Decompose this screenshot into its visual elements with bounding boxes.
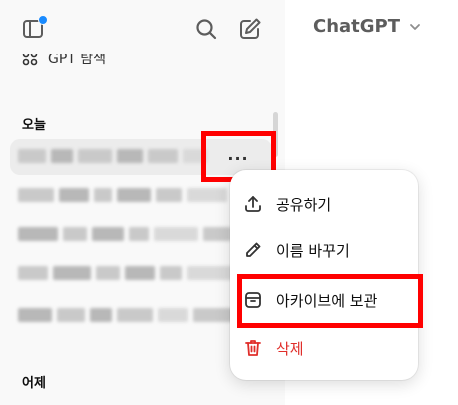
menu-item-rename[interactable]: 이름 바꾸기: [242, 230, 412, 270]
gpts-icon: [22, 54, 38, 66]
share-icon: [242, 193, 264, 215]
trash-icon: [242, 337, 264, 359]
sidebar-item-explore-gpts[interactable]: GPT 탐색: [22, 51, 107, 68]
search-icon: [196, 19, 217, 40]
model-selector[interactable]: ChatGPT: [313, 16, 422, 37]
chat-title-blurred: [18, 227, 231, 241]
menu-item-delete[interactable]: 삭제: [242, 328, 412, 368]
sidebar-toggle-button[interactable]: [16, 12, 50, 46]
menu-item-label: 이름 바꾸기: [276, 241, 350, 260]
chat-title-blurred: [18, 149, 207, 163]
sidebar-item-label: GPT 탐색: [48, 51, 107, 67]
menu-item-label: 삭제: [276, 339, 304, 358]
menu-item-label: 아카이브에 보관: [276, 291, 378, 310]
notification-dot: [38, 15, 48, 25]
menu-item-share[interactable]: 공유하기: [242, 184, 412, 224]
new-chat-icon: [240, 18, 261, 39]
new-chat-button[interactable]: [233, 12, 267, 46]
chevron-down-icon: [410, 23, 420, 30]
menu-item-label: 공유하기: [276, 195, 332, 214]
chat-title-blurred: [18, 188, 227, 202]
more-icon: ···: [227, 148, 249, 168]
sidebar-scrollbar[interactable]: [273, 112, 278, 157]
section-label-today: 오늘: [22, 118, 46, 133]
search-button[interactable]: [189, 12, 223, 46]
menu-item-archive[interactable]: 아카이브에 보관: [242, 280, 412, 320]
archive-icon: [242, 289, 264, 311]
chat-title-blurred: [18, 308, 237, 322]
chat-title-blurred: [18, 266, 233, 280]
chat-context-menu: 공유하기 이름 바꾸기 아카이브에 보관 삭제: [230, 170, 418, 380]
model-name: ChatGPT: [313, 16, 401, 37]
section-label-yesterday: 어제: [22, 376, 46, 391]
pencil-icon: [242, 239, 264, 261]
